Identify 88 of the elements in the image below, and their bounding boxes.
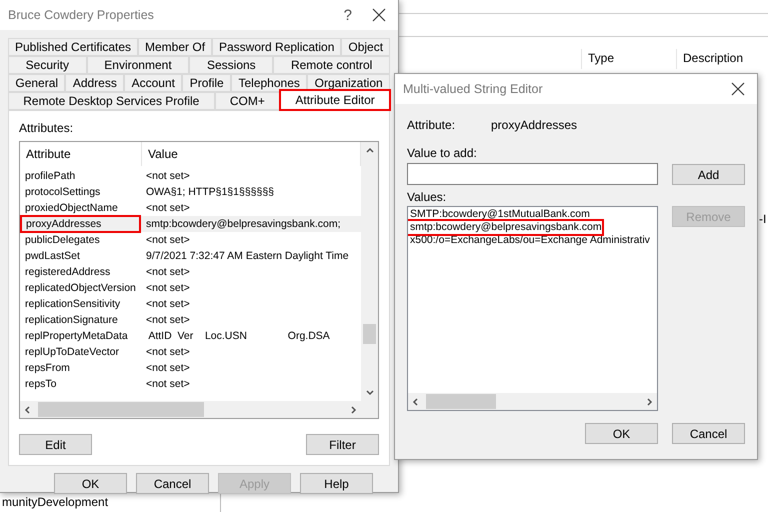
tab[interactable]: COM+ (214, 92, 280, 110)
list-item[interactable]: SMTP:bcowdery@1stMutualBank.com (408, 208, 590, 221)
add-button[interactable]: Add (672, 164, 745, 185)
value-to-add-label: Value to add: (407, 146, 478, 160)
tab[interactable]: General (8, 74, 66, 92)
attribute-row[interactable]: registeredAddress <not set> (20, 264, 361, 280)
attribute-name: proxiedObjectName (24, 201, 119, 216)
attribute-row[interactable]: repsTo <not set> (20, 376, 361, 392)
attribute-row[interactable]: replUpToDateVector <not set> (20, 344, 361, 360)
attribute-name: registeredAddress (24, 265, 112, 280)
close-button[interactable] (731, 82, 745, 96)
attribute-row[interactable]: protocolSettings OWA§1; HTTP§1§1§§§§§§ (20, 184, 361, 200)
values-label: Values: (407, 190, 448, 204)
attribute-value: proxyAddresses (491, 118, 575, 132)
attribute-value: AttID Ver Loc.USN Org.DSA (147, 329, 331, 344)
attribute-row[interactable]: proxiedObjectName <not set> (20, 200, 361, 216)
attribute-value: <not set> (145, 281, 191, 296)
window-title: Multi-valued String Editor (403, 82, 544, 96)
attribute-value: <not set> (145, 297, 191, 312)
tab[interactable]: Password Replication (212, 38, 342, 56)
attribute-row[interactable]: proxyAddresses smtp:bcowdery@belpresavingsbank.com; (20, 216, 361, 232)
attribute-name: replicationSensitivity (24, 297, 122, 312)
column-header[interactable]: Description (676, 49, 744, 69)
dialog-button[interactable]: Cancel (672, 423, 745, 444)
scrollbar-thumb[interactable] (426, 394, 496, 409)
column-header[interactable]: Attribute (20, 142, 142, 166)
attribute-value: <not set> (145, 345, 191, 360)
tab[interactable]: Published Certificates (8, 38, 138, 56)
attribute-value: smtp:bcowdery@belpresavingsbank.com; (145, 217, 342, 232)
attribute-row[interactable]: publicDelegates <not set> (20, 232, 361, 248)
tab[interactable]: Security (8, 56, 87, 74)
list-text: -I (759, 212, 766, 226)
dialog-button[interactable]: OK (54, 473, 127, 494)
attribute-value: 9/7/2021 7:32:47 AM Eastern Daylight Time (145, 249, 350, 264)
attribute-name: protocolSettings (24, 185, 102, 200)
attribute-name: replicatedObjectVersion (24, 281, 137, 296)
tab[interactable]: Account (124, 74, 182, 92)
attribute-name: replUpToDateVector (24, 345, 120, 360)
tab[interactable]: Remote Desktop Services Profile (8, 92, 215, 110)
tab[interactable]: Sessions (189, 56, 274, 74)
tab[interactable]: Object (341, 38, 390, 56)
attribute-row[interactable]: repsFrom <not set> (20, 360, 361, 376)
attribute-row[interactable]: profilePath <not set> (20, 168, 361, 184)
dialog-button[interactable]: Help (300, 473, 373, 494)
attribute-row[interactable]: replicationSensitivity <not set> (20, 296, 361, 312)
attribute-value: <not set> (145, 313, 191, 328)
tab[interactable]: Remote control (273, 56, 390, 74)
attribute-name: proxyAddresses (21, 216, 140, 232)
dialog-button[interactable]: OK (585, 423, 658, 444)
tab[interactable]: Environment (86, 56, 190, 74)
panel-button[interactable]: Edit (19, 434, 92, 455)
attribute-value: <not set> (145, 361, 191, 376)
input-field[interactable] (407, 163, 658, 185)
attribute-value: <not set> (145, 377, 191, 392)
close-button[interactable] (372, 8, 386, 22)
attribute-label: Attribute: (407, 118, 456, 132)
list-item[interactable]: x500:/o=ExchangeLabs/ou=Exchange Administrativ (408, 234, 650, 247)
scrollbar-thumb[interactable] (38, 402, 204, 417)
tab[interactable]: Member Of (138, 38, 212, 56)
list-item[interactable]: smtp:bcowdery@belpresavingsbank.com (408, 221, 602, 234)
attribute-row[interactable]: replicatedObjectVersion <not set> (20, 280, 361, 296)
attribute-value: OWA§1; HTTP§1§1§§§§§§ (145, 185, 276, 200)
attribute-value: <not set> (145, 169, 191, 184)
attribute-value: <not set> (145, 265, 191, 280)
list-text: munityDevelopment (2, 495, 108, 509)
attribute-row[interactable]: replicationSignature <not set> (20, 312, 361, 328)
attribute-name: publicDelegates (24, 233, 101, 248)
attribute-value: <not set> (145, 201, 191, 216)
panel-button[interactable]: Filter (306, 434, 379, 455)
tab[interactable]: Address (65, 74, 124, 92)
attribute-name: replPropertyMetaData (24, 329, 129, 344)
attribute-name: repsTo (24, 377, 58, 392)
attribute-value: <not set> (145, 233, 191, 248)
column-header[interactable]: Type (581, 49, 614, 69)
window-title: Bruce Cowdery Properties (8, 8, 155, 22)
dialog-button[interactable]: Cancel (136, 473, 209, 494)
scrollbar-thumb[interactable] (363, 324, 376, 344)
attribute-name: pwdLastSet (24, 249, 81, 264)
attribute-name: repsFrom (24, 361, 71, 376)
attribute-name: profilePath (24, 169, 76, 184)
tab[interactable]: Profile (182, 74, 232, 92)
tab[interactable]: Attribute Editor (280, 90, 390, 110)
attribute-row[interactable]: pwdLastSet 9/7/2021 7:32:47 AM Eastern Daylight Time (20, 248, 361, 264)
attribute-row[interactable]: replPropertyMetaData AttID Ver Loc.USN Org.DSA (20, 328, 361, 344)
attributes-label: Attributes: (19, 121, 74, 135)
help-button[interactable]: ? (332, 6, 364, 24)
attribute-name: replicationSignature (24, 313, 119, 328)
tab[interactable]: Telephones (231, 74, 308, 92)
